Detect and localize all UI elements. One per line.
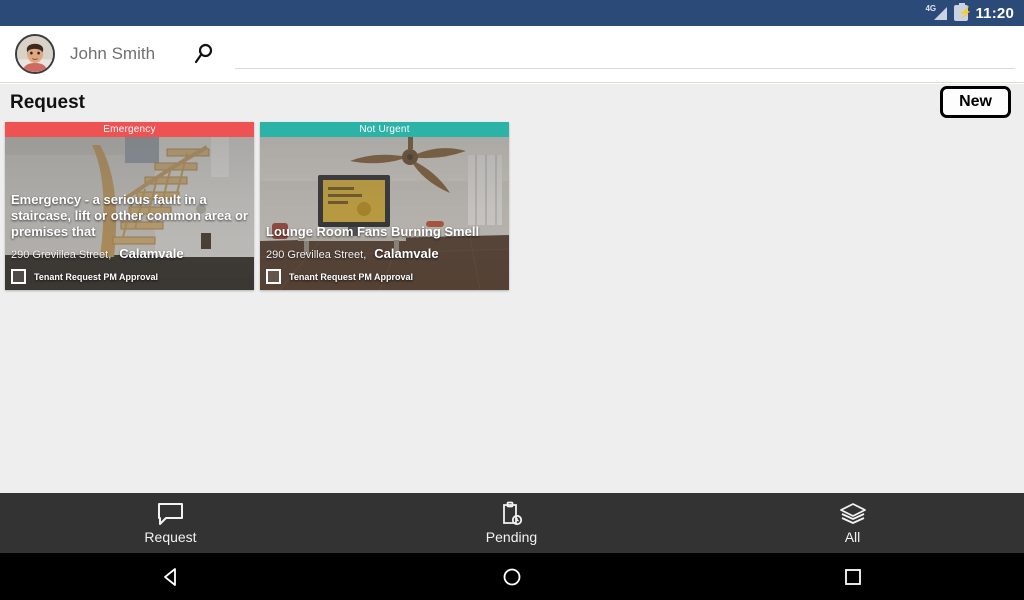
approval-row[interactable]: Tenant Request PM Approval <box>266 269 503 284</box>
signal-4g-icon: 4G <box>925 4 948 21</box>
request-card[interactable]: Not Urgent Lounge Room Fans Burning Smel… <box>260 122 509 290</box>
tab-pending[interactable]: Pending <box>341 493 682 553</box>
approval-checkbox[interactable] <box>266 269 281 284</box>
tab-request[interactable]: Request <box>0 493 341 553</box>
approval-label: Tenant Request PM Approval <box>34 271 159 282</box>
street-label: 290 Grevillea Street, <box>266 249 367 261</box>
priority-badge: Emergency <box>5 122 254 137</box>
battery-charging-icon: ⚡ <box>954 3 972 21</box>
approval-label: Tenant Request PM Approval <box>289 271 414 282</box>
bottom-tab-bar: Request Pending All <box>0 493 1024 553</box>
suburb-label: Calamvale <box>119 246 184 261</box>
back-button[interactable] <box>0 553 341 600</box>
section-header: Request New <box>0 84 1024 122</box>
card-text: Emergency - a serious fault in a stairca… <box>5 192 254 290</box>
avatar[interactable] <box>15 34 55 74</box>
content-area: Request New Emergency Emergency - a seri… <box>0 84 1024 493</box>
tab-request-label: Request <box>144 528 197 545</box>
search-icon[interactable] <box>191 41 217 67</box>
request-card[interactable]: Emergency Emergency - a serious fault in… <box>5 122 254 290</box>
clipboard-clock-icon <box>500 501 524 526</box>
tab-all-label: All <box>844 528 861 545</box>
status-bar: 4G ⚡ 11:20 <box>0 0 1024 26</box>
app-header: John Smith <box>0 26 1024 83</box>
tab-all[interactable]: All <box>682 493 1023 553</box>
approval-row[interactable]: Tenant Request PM Approval <box>11 269 248 284</box>
network-type-label: 4G <box>925 4 937 13</box>
layers-icon <box>839 502 867 526</box>
recents-button[interactable] <box>682 553 1023 600</box>
request-card-list: Emergency Emergency - a serious fault in… <box>0 122 1024 290</box>
app-screen: 4G ⚡ 11:20 John Smith Request New Emerge… <box>0 0 1024 600</box>
street-label: 290 Grevillea Street, <box>11 249 112 261</box>
priority-badge: Not Urgent <box>260 122 509 137</box>
suburb-label: Calamvale <box>374 246 439 261</box>
address-row: 290 Grevillea Street, Calamvale <box>266 246 503 261</box>
card-body: Lounge Room Fans Burning Smell 290 Grevi… <box>260 137 509 290</box>
card-body: Emergency - a serious fault in a stairca… <box>5 137 254 290</box>
tab-pending-label: Pending <box>485 528 538 545</box>
search-field[interactable] <box>235 39 1015 69</box>
user-name-label: John Smith <box>70 44 156 63</box>
approval-checkbox[interactable] <box>11 269 26 284</box>
new-request-button[interactable]: New <box>940 86 1011 118</box>
address-row: 290 Grevillea Street, Calamvale <box>11 246 248 261</box>
android-nav-bar <box>0 553 1024 600</box>
page-title: Request <box>10 92 85 113</box>
request-title: Emergency - a serious fault in a stairca… <box>11 192 248 239</box>
request-title: Lounge Room Fans Burning Smell <box>266 224 480 239</box>
search-input[interactable] <box>235 39 1015 69</box>
speech-bubble-icon <box>157 502 184 526</box>
card-text: Lounge Room Fans Burning Smell 290 Grevi… <box>260 224 509 290</box>
home-button[interactable] <box>341 553 682 600</box>
status-clock: 11:20 <box>975 4 1014 22</box>
